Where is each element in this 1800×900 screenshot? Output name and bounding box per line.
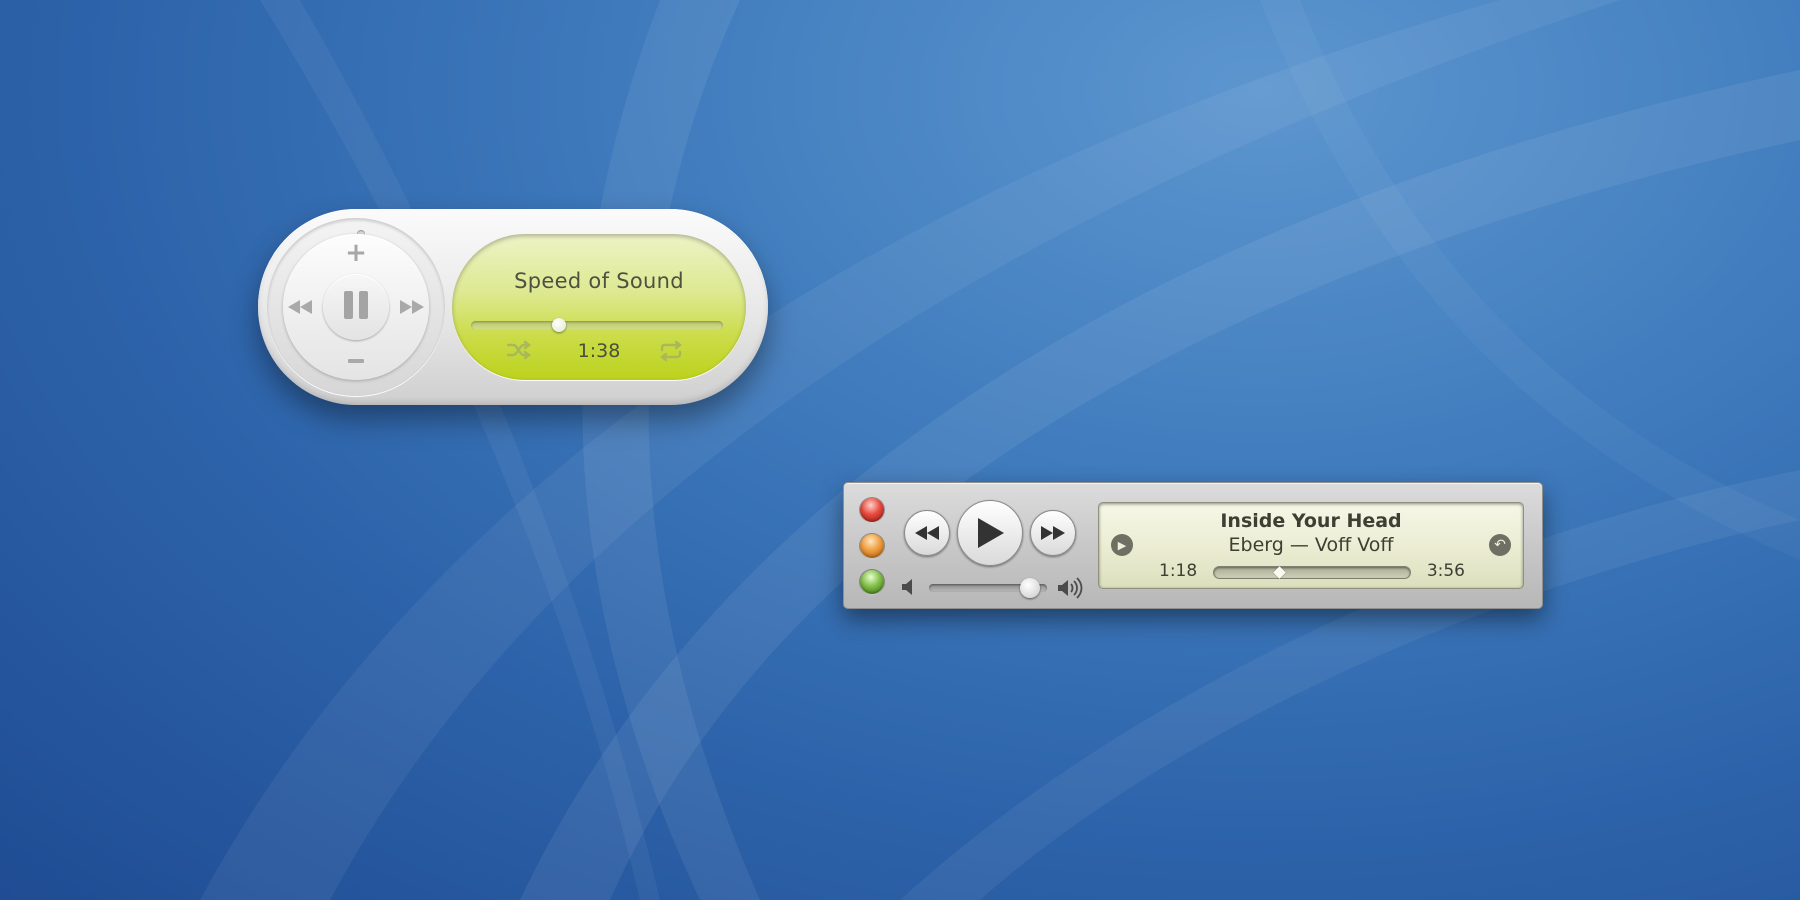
pause-icon [341, 290, 371, 324]
speaker-high-icon [1058, 577, 1083, 599]
rewind-icon [915, 526, 939, 540]
repeat-button[interactable] [658, 340, 684, 368]
play-pause-button[interactable] [323, 274, 389, 340]
classic-player-window: ▶ Inside Your Head Eberg — Voff Voff ↶ 1… [843, 482, 1543, 609]
repeat-icon [660, 340, 682, 362]
control-wheel[interactable]: + [283, 234, 429, 380]
rewind-icon [288, 300, 312, 314]
total-time: 3:56 [1426, 561, 1465, 581]
snapback-icon: ↶ [1494, 537, 1506, 553]
speaker-low-icon [902, 579, 912, 595]
now-playing-lcd: Speed of Sound 1:38 [452, 234, 746, 380]
minimize-button[interactable] [860, 534, 884, 558]
elapsed-time: 1:38 [577, 340, 621, 362]
control-wheel-ring: + [267, 218, 445, 396]
play-icon [978, 518, 1004, 548]
progress-knob[interactable] [552, 318, 567, 332]
play-button[interactable] [957, 500, 1023, 566]
playhead-diamond[interactable] [1272, 566, 1286, 579]
track-title: Speed of Sound [514, 269, 684, 293]
snapback-button[interactable]: ↶ [1489, 534, 1511, 556]
volume-down-button[interactable] [341, 346, 371, 376]
progress-slider[interactable] [1213, 566, 1411, 579]
close-button[interactable] [860, 498, 884, 522]
minus-icon [348, 359, 364, 363]
fast-forward-icon [1041, 526, 1065, 540]
wallpaper [200, 0, 1800, 900]
volume-knob[interactable] [1020, 578, 1041, 598]
zoom-button[interactable] [860, 570, 884, 594]
elapsed-time: 1:18 [1159, 561, 1198, 581]
previous-track-button[interactable] [285, 292, 315, 322]
now-playing-display: ▶ Inside Your Head Eberg — Voff Voff ↶ 1… [1098, 502, 1524, 589]
max-volume-button[interactable] [1057, 577, 1083, 603]
fast-forward-icon [400, 300, 424, 314]
volume-up-button[interactable]: + [341, 238, 371, 268]
next-track-button[interactable] [1030, 510, 1076, 556]
mini-remote-widget: + Speed of Sound 1:38 [258, 209, 768, 405]
plus-icon: + [345, 238, 367, 268]
volume-slider[interactable] [929, 578, 1047, 598]
artist-album: Eberg — Voff Voff [1228, 534, 1394, 556]
progress-slider[interactable] [471, 318, 723, 332]
previous-track-button[interactable] [904, 510, 950, 556]
next-track-button[interactable] [397, 292, 427, 322]
track-title: Inside Your Head [1220, 510, 1402, 532]
mute-button[interactable] [901, 577, 919, 601]
